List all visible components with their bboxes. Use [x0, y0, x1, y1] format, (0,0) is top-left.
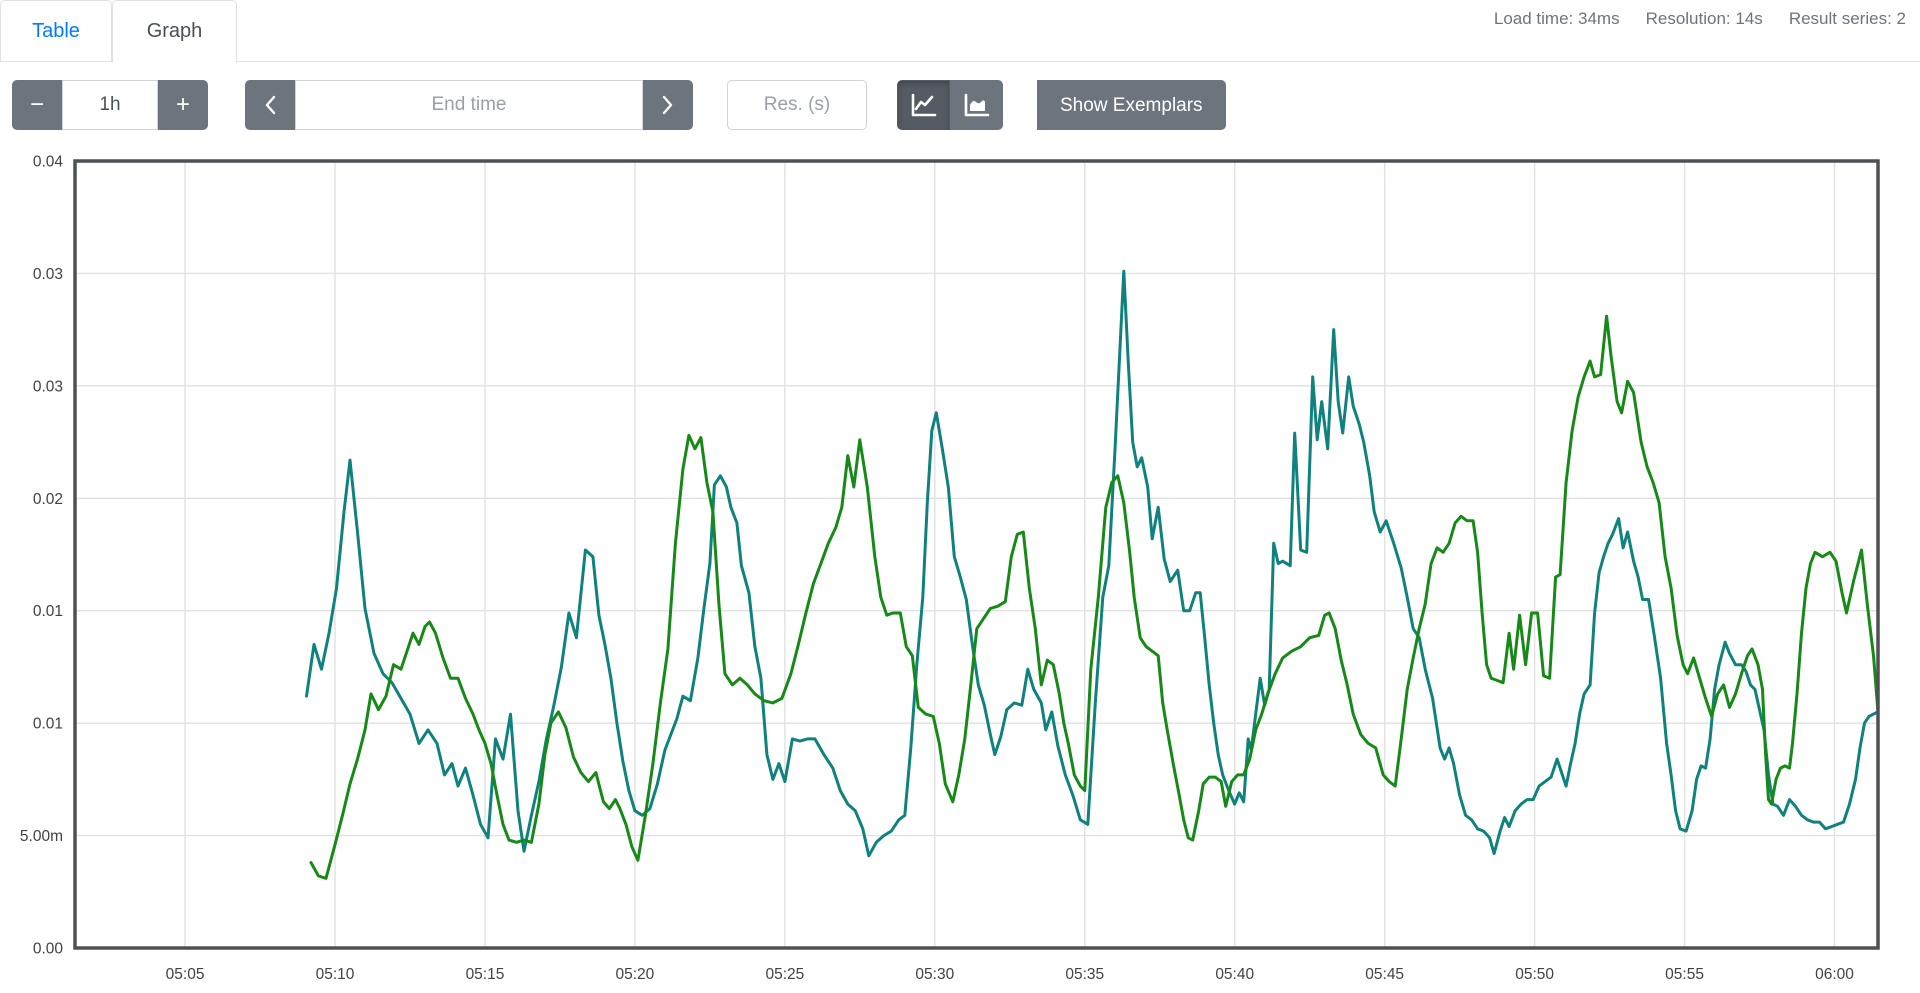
y-tick-label: 0.04 — [33, 154, 64, 171]
chart-type-toggle — [897, 80, 1003, 130]
tab-table[interactable]: Table — [0, 0, 112, 62]
y-tick-label: 0.03 — [33, 266, 63, 283]
tab-table-label: Table — [32, 20, 80, 43]
tab-graph-label: Graph — [147, 20, 203, 43]
y-tick-label: 0.02 — [33, 491, 63, 508]
stat-load-time: Load time: 34ms — [1494, 9, 1620, 29]
range-input[interactable] — [62, 80, 158, 130]
range-input-group: − + — [12, 80, 208, 130]
x-tick-label: 05:45 — [1365, 966, 1404, 983]
x-tick-label: 05:20 — [616, 966, 655, 983]
graph-canvas[interactable]: 0.00 5.00m 0.01 0.01 0.02 0.03 0.03 0.04 05:05 05… — [0, 140, 1920, 988]
y-tick-label: 0.00 — [33, 941, 64, 958]
resolution-group — [727, 80, 867, 130]
resolution-input[interactable] — [727, 80, 867, 130]
x-tick-label: 05:15 — [466, 966, 505, 983]
chevron-right-icon — [662, 95, 674, 115]
plus-icon: + — [176, 93, 190, 117]
graph-panel: 0.00 5.00m 0.01 0.01 0.02 0.03 0.03 0.04 05:05 05… — [0, 140, 1920, 988]
y-tick-label: 0.01 — [33, 716, 63, 733]
show-exemplars-button[interactable]: Show Exemplars — [1037, 80, 1226, 130]
x-tick-label: 05:30 — [915, 966, 954, 983]
range-decrease-button[interactable]: − — [12, 80, 62, 130]
line-chart-toggle-button[interactable] — [897, 80, 950, 130]
stat-result-series: Result series: 2 — [1789, 9, 1906, 29]
x-tick-label: 05:35 — [1065, 966, 1104, 983]
exemplars-group: Show Exemplars — [1037, 80, 1226, 130]
line-chart-icon — [911, 93, 937, 117]
range-increase-button[interactable]: + — [158, 80, 208, 130]
plot-border — [75, 161, 1878, 948]
stacked-chart-toggle-button[interactable] — [950, 80, 1003, 130]
chevron-left-icon — [264, 95, 276, 115]
query-stats: Load time: 34ms Resolution: 14s Result s… — [1494, 9, 1906, 29]
panel-tab-bar: Table Graph Load time: 34ms Resolution: … — [0, 0, 1920, 62]
x-tick-label: 05:10 — [316, 966, 355, 983]
minus-icon: − — [30, 93, 44, 117]
x-tick-label: 05:50 — [1515, 966, 1554, 983]
y-tick-label: 0.01 — [33, 603, 63, 620]
time-forward-button[interactable] — [643, 80, 693, 130]
stat-resolution: Resolution: 14s — [1646, 9, 1763, 29]
x-tick-label: 06:00 — [1815, 966, 1854, 983]
x-tick-label: 05:55 — [1665, 966, 1704, 983]
x-tick-label: 05:40 — [1215, 966, 1254, 983]
stacked-chart-icon — [964, 93, 990, 117]
x-tick-label: 05:05 — [166, 966, 205, 983]
end-time-group — [245, 80, 693, 130]
graph-controls: − + — [0, 80, 1920, 130]
end-time-input[interactable] — [295, 80, 643, 130]
y-tick-label: 5.00m — [20, 828, 63, 845]
x-tick-label: 05:25 — [765, 966, 804, 983]
time-back-button[interactable] — [245, 80, 295, 130]
tab-graph[interactable]: Graph — [112, 0, 237, 63]
y-tick-label: 0.03 — [33, 378, 63, 395]
